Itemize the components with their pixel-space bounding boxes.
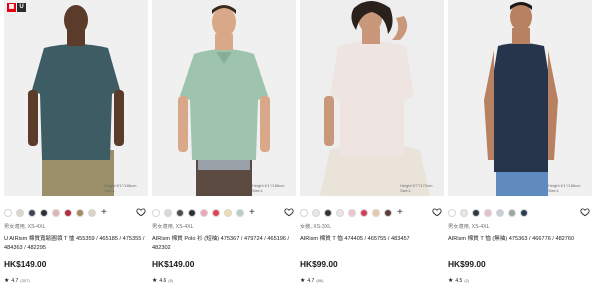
product-name[interactable]: AIRism 棉質 T 恤 474405 / 465755 / 483457 [300, 235, 444, 244]
color-swatch[interactable] [176, 209, 184, 217]
model-photo [4, 0, 148, 196]
color-swatch[interactable] [324, 209, 332, 217]
product-price: HK$149.00 [4, 259, 47, 269]
review-count: (2) [464, 278, 470, 283]
model-size-note: Height 6'1"/186cm Size:L [252, 183, 285, 193]
favorite-heart-icon[interactable] [580, 207, 590, 217]
color-swatch[interactable] [384, 209, 392, 217]
color-swatch[interactable] [224, 209, 232, 217]
color-swatch[interactable] [212, 209, 220, 217]
brand-logo: ▦ U [7, 3, 26, 12]
product-category: 男女適用, XS-4XL [448, 224, 490, 230]
product-image[interactable]: Height 5'7"/172cm Size:L [300, 0, 444, 196]
product-card[interactable]: ▦ U Height 6'1"/186cm Size:L + 男女適用, XS-… [4, 0, 148, 294]
color-swatch[interactable] [52, 209, 60, 217]
star-icon: ★ [4, 278, 10, 284]
product-card[interactable]: Height 5'7"/172cm Size:L + 女裝, XS-3XL AI… [300, 0, 444, 294]
color-swatch[interactable] [336, 209, 344, 217]
review-count: (307) [20, 278, 30, 283]
product-name[interactable]: AIRism 棉質 T 恤 (無袖) 475363 / 466776 / 482… [448, 235, 592, 244]
more-colors-button[interactable]: + [249, 208, 255, 218]
product-card[interactable]: Height 6'1"/186cm Size:L + 男女適用, XS-4XL … [152, 0, 296, 294]
product-rating: ★ 4.6 (5) [152, 277, 174, 285]
color-swatch[interactable] [300, 209, 308, 217]
color-swatch[interactable] [508, 209, 516, 217]
product-price: HK$149.00 [152, 259, 195, 269]
color-swatch[interactable] [76, 209, 84, 217]
model-photo [152, 0, 296, 196]
favorite-heart-icon[interactable] [432, 207, 442, 217]
favorite-heart-icon[interactable] [284, 207, 294, 217]
color-swatches: + [152, 208, 296, 218]
review-count: (86) [316, 278, 324, 283]
color-swatch[interactable] [496, 209, 504, 217]
color-swatch[interactable] [484, 209, 492, 217]
product-rating: ★ 4.7 (307) [4, 277, 30, 285]
color-swatch[interactable] [164, 209, 172, 217]
product-category: 男女適用, XS-4XL [152, 224, 194, 230]
color-swatch[interactable] [4, 209, 12, 217]
color-swatch[interactable] [88, 209, 96, 217]
rating-value: 4.7 [307, 277, 315, 284]
product-rating: ★ 4.7 (86) [300, 277, 324, 285]
star-icon: ★ [300, 278, 306, 284]
model-photo [300, 0, 444, 196]
color-swatch[interactable] [312, 209, 320, 217]
rating-value: 4.7 [11, 277, 19, 284]
color-swatch[interactable] [448, 209, 456, 217]
product-category: 男女適用, XS-4XL [4, 224, 46, 230]
color-swatch[interactable] [200, 209, 208, 217]
more-colors-button[interactable]: + [101, 208, 107, 218]
color-swatch[interactable] [188, 209, 196, 217]
product-name[interactable]: AIRism 棉質 Polo 衫 (短袖) 475367 / 479724 / … [152, 235, 296, 253]
color-swatch[interactable] [152, 209, 160, 217]
color-swatch[interactable] [348, 209, 356, 217]
model-size-note: Height 6'1"/186cm Size:L [104, 183, 137, 193]
model-photo [448, 0, 592, 196]
star-icon: ★ [448, 278, 454, 284]
brand-logo-u: U [17, 3, 26, 12]
product-category: 女裝, XS-3XL [300, 224, 332, 230]
color-swatch[interactable] [360, 209, 368, 217]
color-swatch[interactable] [372, 209, 380, 217]
product-price: HK$99.00 [300, 259, 338, 269]
product-card[interactable]: Height 6'1"/186cm Size:L 男女適用, XS-4XL AI… [448, 0, 592, 294]
star-icon: ★ [152, 278, 158, 284]
rating-value: 4.5 [455, 277, 463, 284]
product-price: HK$99.00 [448, 259, 486, 269]
color-swatches [448, 208, 592, 218]
rating-value: 4.6 [159, 277, 167, 284]
product-image[interactable]: ▦ U Height 6'1"/186cm Size:L [4, 0, 148, 196]
color-swatches: + [300, 208, 444, 218]
color-swatches: + [4, 208, 148, 218]
more-colors-button[interactable]: + [397, 208, 403, 218]
review-count: (5) [168, 278, 174, 283]
color-swatch[interactable] [16, 209, 24, 217]
color-swatch[interactable] [40, 209, 48, 217]
color-swatch[interactable] [236, 209, 244, 217]
brand-logo-mark: ▦ [7, 3, 16, 12]
model-size-note: Height 5'7"/172cm Size:L [400, 183, 433, 193]
product-image[interactable]: Height 6'1"/186cm Size:L [448, 0, 592, 196]
color-swatch[interactable] [64, 209, 72, 217]
color-swatch[interactable] [28, 209, 36, 217]
color-swatch[interactable] [472, 209, 480, 217]
product-image[interactable]: Height 6'1"/186cm Size:L [152, 0, 296, 196]
favorite-heart-icon[interactable] [136, 207, 146, 217]
product-rating: ★ 4.5 (2) [448, 277, 470, 285]
model-size-note: Height 6'1"/186cm Size:L [548, 183, 581, 193]
product-grid: ▦ U Height 6'1"/186cm Size:L + 男女適用, XS-… [0, 0, 600, 294]
color-swatch[interactable] [460, 209, 468, 217]
color-swatch[interactable] [520, 209, 528, 217]
product-name[interactable]: U AIRism 棉質寬鬆圓領 T 恤 455359 / 465185 / 47… [4, 235, 148, 253]
